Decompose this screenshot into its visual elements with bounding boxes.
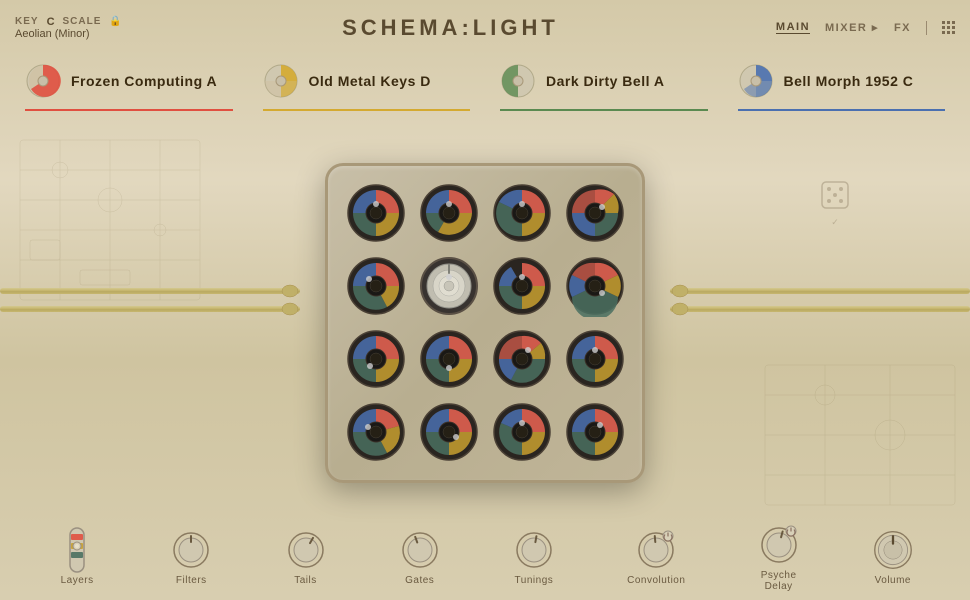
- grid-dot: [942, 31, 945, 34]
- control-psyche-delay[interactable]: PsycheDelay: [758, 524, 800, 592]
- instrument-line-frozen: [25, 109, 233, 111]
- layers-knob-container: [56, 529, 98, 571]
- instrument-pie-frozen: [25, 63, 61, 99]
- psyche-delay-knob-svg: [759, 525, 799, 565]
- top-bar: KEY C SCALE 🔒 Aeolian (Minor) SCHEMA:LIG…: [0, 0, 970, 55]
- filters-knob-container: [170, 529, 212, 571]
- knob-cell-2-2[interactable]: [489, 327, 554, 392]
- instrument-name-frozen: Frozen Computing A: [71, 73, 217, 89]
- control-tunings[interactable]: Tunings: [513, 529, 555, 586]
- filters-knob-svg: [171, 530, 211, 570]
- app-title: SCHEMA:LIGHT: [125, 15, 776, 41]
- instrument-name-darkdirty: Dark Dirty Bell A: [546, 73, 664, 89]
- instrument-line-darkdirty: [500, 109, 708, 111]
- rail-left: [0, 280, 300, 320]
- control-layers[interactable]: Layers: [56, 529, 98, 586]
- tunings-knob-container: [513, 529, 555, 571]
- instruments-bar: Frozen Computing A Old Metal Keys D Da: [0, 55, 970, 130]
- volume-knob-svg: [872, 527, 914, 573]
- knob-cell-2-3[interactable]: [562, 327, 627, 392]
- control-convolution[interactable]: Convolution: [627, 529, 685, 586]
- psyche-delay-knob-container: [758, 524, 800, 566]
- instrument-pie-bellmorph: [738, 63, 774, 99]
- grid-dot: [942, 21, 945, 24]
- control-label-gates: Gates: [405, 575, 434, 586]
- control-label-convolution: Convolution: [627, 575, 685, 586]
- bottom-bar: Layers Filters Tails: [0, 515, 970, 600]
- grid-dot: [947, 31, 950, 34]
- control-gates[interactable]: Gates: [399, 529, 441, 586]
- instrument-name-oldmetal: Old Metal Keys D: [309, 73, 431, 89]
- key-scale-section: KEY C SCALE 🔒 Aeolian (Minor): [15, 16, 125, 40]
- convolution-knob-svg: [636, 530, 676, 570]
- knob-cell-1-0[interactable]: [343, 254, 408, 319]
- knob-cell-0-3[interactable]: [562, 181, 627, 246]
- nav-buttons: MAIN MIXER ▸ FX: [776, 21, 955, 35]
- instrument-frozen[interactable]: Frozen Computing A: [10, 55, 248, 130]
- knob-cell-2-1[interactable]: [416, 327, 481, 392]
- knob-matrix: [325, 163, 645, 483]
- layers-knob-svg: [65, 526, 89, 574]
- scale-value: Aeolian (Minor): [15, 28, 90, 40]
- instrument-darkdirty[interactable]: Dark Dirty Bell A: [485, 55, 723, 130]
- tunings-knob-svg: [514, 530, 554, 570]
- instrument-oldmetal[interactable]: Old Metal Keys D: [248, 55, 486, 130]
- control-filters[interactable]: Filters: [170, 529, 212, 586]
- instrument-line-oldmetal: [263, 109, 471, 111]
- knob-cell-1-2[interactable]: [489, 254, 554, 319]
- dice-decoration: ✓: [820, 180, 850, 228]
- title-prefix: SCHEMA:: [342, 15, 473, 40]
- knob-cell-0-1[interactable]: [416, 181, 481, 246]
- instrument-name-bellmorph: Bell Morph 1952 C: [784, 73, 914, 89]
- control-label-tunings: Tunings: [515, 575, 554, 586]
- control-label-filters: Filters: [176, 575, 207, 586]
- knob-cell-2-0[interactable]: [343, 327, 408, 392]
- gates-knob-svg: [400, 530, 440, 570]
- nav-main-button[interactable]: MAIN: [776, 21, 810, 34]
- tails-knob-svg: [286, 530, 326, 570]
- instrument-line-bellmorph: [738, 109, 946, 111]
- knob-cell-3-1[interactable]: [416, 400, 481, 465]
- knob-cell-1-1[interactable]: [416, 254, 481, 319]
- volume-knob-container: [872, 529, 914, 571]
- key-value: C: [47, 16, 55, 28]
- knob-cell-3-2[interactable]: [489, 400, 554, 465]
- nav-mixer-button[interactable]: MIXER ▸: [825, 21, 879, 34]
- nav-divider: [926, 21, 927, 35]
- control-label-layers: Layers: [61, 575, 94, 586]
- convolution-knob-container: [635, 529, 677, 571]
- grid-dot: [952, 26, 955, 29]
- grid-dot: [947, 26, 950, 29]
- instrument-bellmorph[interactable]: Bell Morph 1952 C: [723, 55, 961, 130]
- grid-dot: [952, 21, 955, 24]
- knob-cell-0-0[interactable]: [343, 181, 408, 246]
- control-label-volume: Volume: [875, 575, 911, 586]
- grid-dot: [952, 31, 955, 34]
- instrument-pie-oldmetal: [263, 63, 299, 99]
- knob-cell-3-0[interactable]: [343, 400, 408, 465]
- nav-fx-button[interactable]: FX: [894, 22, 911, 34]
- instrument-pie-darkdirty: [500, 63, 536, 99]
- lock-icon: 🔒: [109, 16, 121, 27]
- control-label-tails: Tails: [294, 575, 317, 586]
- title-suffix: LIGHT: [473, 15, 559, 40]
- control-volume[interactable]: Volume: [872, 529, 914, 586]
- rail-right: [670, 280, 970, 320]
- grid-dot: [947, 21, 950, 24]
- knob-cell-1-3[interactable]: [562, 254, 627, 319]
- grid-dot: [942, 26, 945, 29]
- control-tails[interactable]: Tails: [285, 529, 327, 586]
- key-label: KEY: [15, 16, 39, 27]
- gates-knob-container: [399, 529, 441, 571]
- control-label-psyche-delay: PsycheDelay: [761, 570, 797, 592]
- knob-cell-3-3[interactable]: [562, 400, 627, 465]
- scale-label: SCALE: [63, 16, 102, 27]
- tails-knob-container: [285, 529, 327, 571]
- grid-menu-button[interactable]: [942, 21, 955, 34]
- knob-cell-0-2[interactable]: [489, 181, 554, 246]
